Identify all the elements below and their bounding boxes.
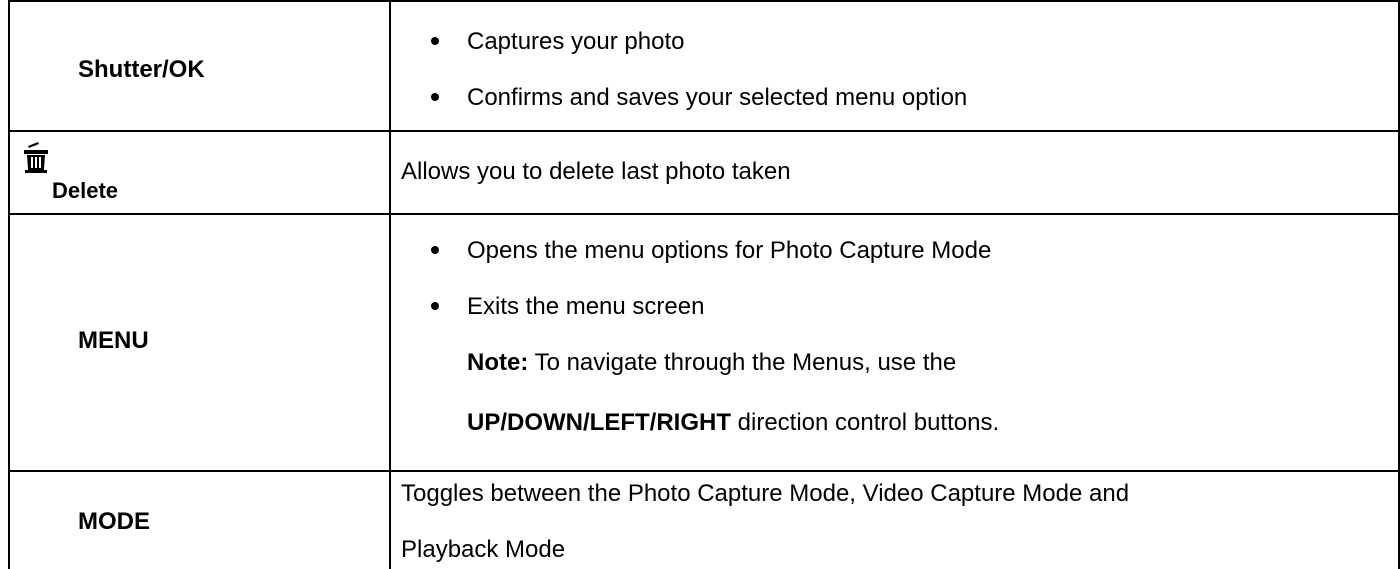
bullet-icon xyxy=(431,36,439,45)
table-row-menu: MENU Opens the menu options for Photo Ca… xyxy=(10,213,1398,470)
trash-icon xyxy=(24,142,48,173)
key-label-shutter: Shutter/OK xyxy=(78,56,205,83)
note-line-2: UP/DOWN/LEFT/RIGHT direction control but… xyxy=(467,409,999,437)
key-cell: MODE xyxy=(10,472,389,569)
key-label-delete: Delete xyxy=(52,178,119,203)
description-cell: Allows you to delete last photo taken xyxy=(391,132,1398,213)
bullet-icon xyxy=(431,245,439,254)
table-row-mode: MODE Toggles between the Photo Capture M… xyxy=(10,470,1398,569)
key-cell: Shutter/OK xyxy=(10,2,389,130)
key-cell: MENU xyxy=(10,215,389,470)
bullet-icon xyxy=(431,92,439,101)
list-item: Exits the menu screen xyxy=(431,293,704,321)
list-item: Opens the menu options for Photo Capture… xyxy=(431,237,991,265)
table-row-delete: Delete Allows you to delete last photo t… xyxy=(10,130,1398,213)
description-cell: Toggles between the Photo Capture Mode, … xyxy=(391,472,1398,569)
note-text: To navigate through the Menus, use the xyxy=(528,349,957,376)
note-line: Note: To navigate through the Menus, use… xyxy=(467,349,956,377)
description-cell: Opens the menu options for Photo Capture… xyxy=(391,215,1398,470)
button-function-table: Shutter/OK Captures your photo Confirms … xyxy=(8,0,1400,569)
key-label-menu: MENU xyxy=(78,327,149,354)
key-cell: Delete xyxy=(10,132,389,213)
note-label: Note: xyxy=(467,349,529,376)
description-text: Allows you to delete last photo taken xyxy=(401,158,791,185)
list-item: Captures your photo xyxy=(431,28,684,56)
table-row-shutter: Shutter/OK Captures your photo Confirms … xyxy=(10,0,1398,130)
description-text: Toggles between the Photo Capture Mode, … xyxy=(401,480,1130,507)
description-text-2: Playback Mode xyxy=(401,536,566,563)
description-cell: Captures your photo Confirms and saves y… xyxy=(391,2,1398,130)
bullet-icon xyxy=(431,301,439,310)
key-label-mode: MODE xyxy=(78,508,150,535)
list-item: Confirms and saves your selected menu op… xyxy=(431,84,967,112)
note-tail: direction control buttons. xyxy=(730,409,1000,436)
direction-buttons-label: UP/DOWN/LEFT/RIGHT xyxy=(467,409,731,436)
